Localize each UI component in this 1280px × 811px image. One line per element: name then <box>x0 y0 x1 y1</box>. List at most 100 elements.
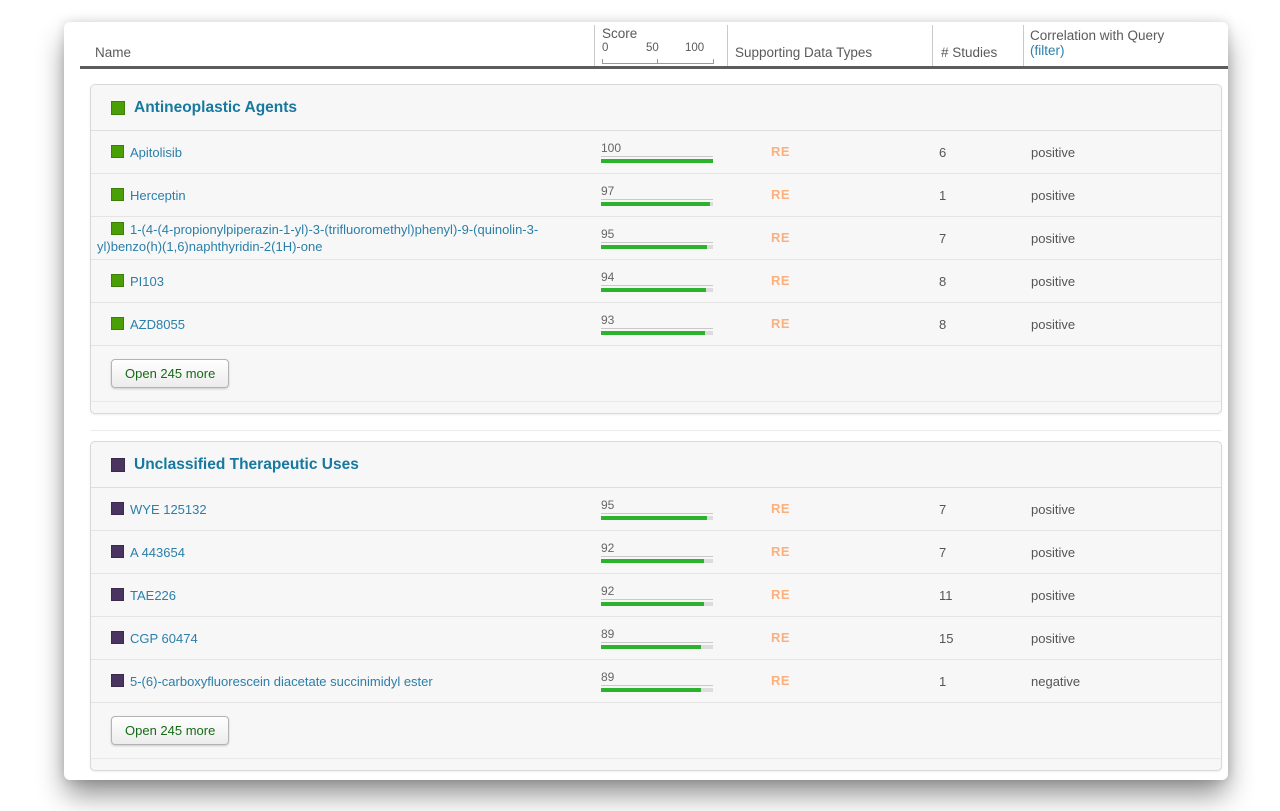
score-bar-fill <box>601 688 701 692</box>
score-scale-label-100: 100 <box>685 42 704 54</box>
column-header-correlation: Correlation with Query (filter) <box>1030 28 1164 58</box>
table-row: TAE22692RE11positive <box>91 573 1221 616</box>
row-name-cell: 1-(4-(4-propionylpiperazin-1-yl)-3-(trif… <box>97 217 601 259</box>
open-more-row: Open 245 more <box>91 345 1221 401</box>
table-row: 5-(6)-carboxyfluorescein diacetate succi… <box>91 659 1221 702</box>
panel-footer <box>91 401 1221 413</box>
row-name-link[interactable]: 5-(6)-carboxyfluorescein diacetate succi… <box>130 674 433 689</box>
score-value: 89 <box>601 627 713 643</box>
column-header-score: Score <box>602 26 637 41</box>
score-bar-fill <box>601 202 710 206</box>
data-type-badge-re[interactable]: RE <box>771 587 790 602</box>
panel-divider <box>90 430 1222 431</box>
row-score-cell: 94 <box>601 270 728 292</box>
row-name-link[interactable]: 1-(4-(4-propionylpiperazin-1-yl)-3-(trif… <box>97 222 538 254</box>
open-more-button[interactable]: Open 245 more <box>111 359 229 388</box>
row-studies-count: 7 <box>933 502 1024 517</box>
score-scale-label-50: 50 <box>646 42 659 54</box>
row-marker-icon <box>111 145 124 158</box>
category-panel: Unclassified Therapeutic Uses WYE 125132 9… <box>90 441 1222 771</box>
score-value: 95 <box>601 227 713 243</box>
row-marker-icon <box>111 545 124 558</box>
row-name-cell: WYE 125132 <box>97 497 601 522</box>
row-marker-icon <box>111 674 124 687</box>
column-divider <box>932 25 933 66</box>
row-name-link[interactable]: AZD8055 <box>130 317 185 332</box>
score-scale-label-0: 0 <box>602 42 608 54</box>
score-scale-tick <box>713 59 714 64</box>
table-row: CGP 6047489RE15positive <box>91 616 1221 659</box>
row-studies-count: 8 <box>933 317 1024 332</box>
row-data-types-cell: RE <box>728 186 933 204</box>
data-type-badge-re[interactable]: RE <box>771 273 790 288</box>
category-title-link[interactable]: Unclassified Therapeutic Uses <box>134 456 359 474</box>
row-name-link[interactable]: Herceptin <box>130 188 186 203</box>
row-marker-icon <box>111 222 124 235</box>
row-marker-icon <box>111 502 124 515</box>
row-score-cell: 93 <box>601 313 728 335</box>
data-type-badge-re[interactable]: RE <box>771 144 790 159</box>
row-name-cell: Herceptin <box>97 183 601 208</box>
row-score-cell: 97 <box>601 184 728 206</box>
row-name-link[interactable]: TAE226 <box>130 588 176 603</box>
score-value: 92 <box>601 584 713 600</box>
score-bar-track <box>601 288 713 292</box>
data-type-badge-re[interactable]: RE <box>771 187 790 202</box>
row-correlation-value: positive <box>1024 317 1221 332</box>
score-bar-track <box>601 245 713 249</box>
score-bar-fill <box>601 331 705 335</box>
table-row: PI10394RE8positive <box>91 259 1221 302</box>
row-studies-count: 7 <box>933 545 1024 560</box>
data-type-badge-re[interactable]: RE <box>771 544 790 559</box>
column-divider <box>594 25 595 66</box>
score-value: 92 <box>601 541 713 557</box>
filter-link[interactable]: (filter) <box>1030 43 1065 58</box>
row-marker-icon <box>111 631 124 644</box>
score-value: 100 <box>601 141 713 157</box>
row-name-link[interactable]: WYE 125132 <box>130 502 207 517</box>
table-row: Apitolisib 100 RE 6positive <box>91 131 1221 173</box>
data-type-badge-re[interactable]: RE <box>771 230 790 245</box>
category-title-link[interactable]: Antineoplastic Agents <box>134 99 297 117</box>
row-score-cell: 95 <box>601 498 728 520</box>
row-marker-icon <box>111 317 124 330</box>
row-name-cell: Apitolisib <box>97 140 601 165</box>
score-bar-fill <box>601 159 713 163</box>
row-correlation-value: positive <box>1024 145 1221 160</box>
column-header-studies: # Studies <box>941 45 997 60</box>
data-type-badge-re[interactable]: RE <box>771 501 790 516</box>
row-name-cell: A 443654 <box>97 540 601 565</box>
score-scale-axis <box>602 63 714 64</box>
row-name-link[interactable]: PI103 <box>130 274 164 289</box>
row-studies-count: 7 <box>933 231 1024 246</box>
table-header: Name Score 0 50 100 Supporting Data Type… <box>80 22 1228 69</box>
score-bar-fill <box>601 645 701 649</box>
data-type-badge-re[interactable]: RE <box>771 673 790 688</box>
row-data-types-cell: RE <box>728 543 933 561</box>
row-score-cell: 100 <box>601 141 728 163</box>
row-studies-count: 11 <box>933 588 1024 603</box>
score-bar-fill <box>601 559 704 563</box>
score-bar-fill <box>601 516 707 520</box>
score-bar-fill <box>601 602 704 606</box>
row-name-link[interactable]: CGP 60474 <box>130 631 198 646</box>
data-type-badge-re[interactable]: RE <box>771 630 790 645</box>
row-studies-count: 6 <box>933 145 1024 160</box>
row-data-types-cell: RE <box>728 629 933 647</box>
results-card: Name Score 0 50 100 Supporting Data Type… <box>64 22 1228 780</box>
row-marker-icon <box>111 274 124 287</box>
row-name-cell: TAE226 <box>97 583 601 608</box>
open-more-button[interactable]: Open 245 more <box>111 716 229 745</box>
row-name-link[interactable]: Apitolisib <box>130 145 182 160</box>
score-value: 95 <box>601 498 713 514</box>
score-bar-track <box>601 645 713 649</box>
row-name-link[interactable]: A 443654 <box>130 545 185 560</box>
column-header-supporting-data-types: Supporting Data Types <box>735 45 872 60</box>
row-correlation-value: positive <box>1024 188 1221 203</box>
category-marker-icon <box>111 101 125 115</box>
data-type-badge-re[interactable]: RE <box>771 316 790 331</box>
row-studies-count: 15 <box>933 631 1024 646</box>
table-row: A 44365492RE7positive <box>91 530 1221 573</box>
open-more-row: Open 245 more <box>91 702 1221 758</box>
correlation-header-text: Correlation with Query <box>1030 28 1164 43</box>
